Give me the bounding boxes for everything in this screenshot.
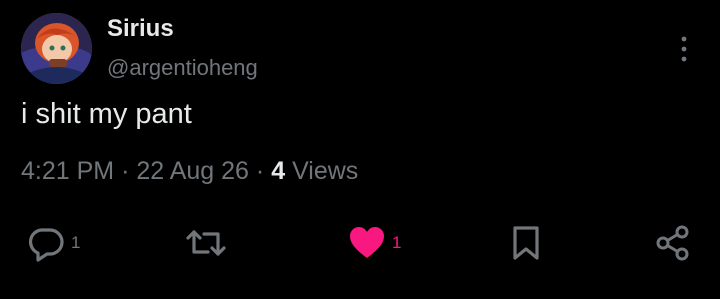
tweet-text: i shit my pant [21, 98, 192, 130]
tweet-date[interactable]: 22 Aug 26 [136, 157, 249, 185]
share-button[interactable] [654, 224, 692, 262]
meta-separator: · [255, 157, 265, 185]
reply-button[interactable]: 1 [25, 224, 80, 262]
reply-count: 1 [71, 233, 81, 252]
bookmark-button[interactable] [510, 224, 542, 262]
like-count: 1 [392, 233, 402, 252]
user-handle[interactable]: @argentioheng [107, 55, 258, 81]
views-label: Views [292, 157, 359, 185]
avatar-image [21, 13, 92, 84]
display-name[interactable]: Sirius [107, 15, 174, 43]
meta-separator: · [121, 157, 130, 185]
tweet-time[interactable]: 4:21 PM [21, 157, 114, 185]
bookmark-icon [513, 226, 539, 260]
tweet-meta: 4:21 PM · 22 Aug 26 · 4 Views [21, 157, 358, 186]
retweet-arrows-icon [186, 230, 226, 256]
share-nodes-icon [656, 225, 689, 261]
avatar[interactable] [21, 13, 92, 84]
more-vertical-icon[interactable] [674, 34, 694, 64]
retweet-button[interactable] [185, 224, 233, 262]
reply-bubble-icon [28, 228, 64, 262]
heart-filled-icon [350, 227, 384, 258]
views-count: 4 [271, 157, 286, 185]
like-button[interactable]: 1 [348, 224, 401, 262]
